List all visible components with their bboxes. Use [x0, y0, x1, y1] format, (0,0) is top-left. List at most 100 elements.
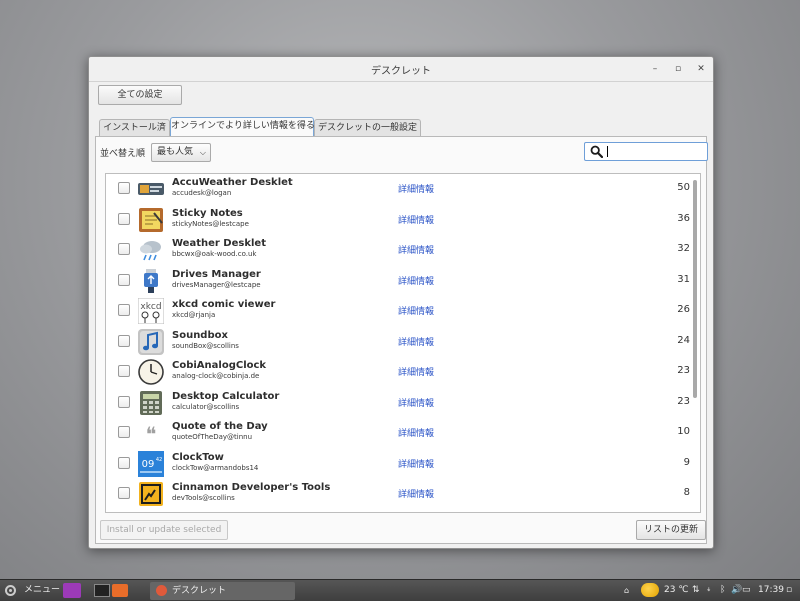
more-info-link[interactable]: 詳細情報	[398, 304, 434, 317]
install-update-button[interactable]: Install or update selected	[100, 520, 228, 540]
chevron-down-icon: ⌵	[199, 148, 206, 157]
battery-icon[interactable]: ▭	[742, 580, 751, 601]
sort-dropdown[interactable]: 最も人気 ⌵	[151, 143, 211, 162]
bluetooth-icon[interactable]: ᛒ	[720, 580, 725, 601]
calculator-icon	[138, 390, 164, 416]
sort-value: 最も人気	[157, 147, 194, 157]
updates-icon[interactable]: ⌂	[624, 580, 629, 601]
desklet-uuid: quoteOfTheDay@tinnu	[172, 433, 253, 441]
desklet-name: Quote of the Day	[172, 421, 268, 432]
online-panel: 並べ替え順 最も人気 ⌵ AccuWeather Desklet accudesk…	[95, 136, 708, 544]
tab-general-settings[interactable]: デスクレットの一般設定	[314, 119, 421, 136]
scrollbar[interactable]	[690, 174, 700, 512]
desklet-uuid: clockTow@armandobs14	[172, 463, 259, 472]
list-item[interactable]: Sticky Notes stickyNotes@lestcape 詳細情報 36	[106, 205, 690, 235]
volume-icon[interactable]: 🔊	[731, 580, 742, 601]
menu-label[interactable]: メニュー	[24, 580, 60, 601]
more-info-link[interactable]: 詳細情報	[398, 396, 434, 409]
clock[interactable]: 17:39	[758, 580, 784, 601]
tab-installed[interactable]: インストール済	[99, 119, 170, 136]
score-value: 23	[677, 395, 690, 407]
desklet-name: Sticky Notes	[172, 207, 243, 219]
score-value: 23	[677, 365, 690, 376]
list-item[interactable]: xkcd xkcd comic viewer xkcd@rjanja 詳細情報 26	[106, 296, 690, 326]
weather-temperature[interactable]: 23 ℃	[664, 580, 688, 601]
score-value: 26	[677, 304, 690, 315]
more-info-link[interactable]: 詳細情報	[398, 426, 434, 439]
list-item[interactable]: 09 42 ClockTow clockTow@armandobs14 詳細情報 9	[106, 449, 690, 479]
search-box[interactable]	[584, 142, 708, 161]
more-info-link[interactable]: 詳細情報	[398, 335, 434, 348]
desklet-name: Cinnamon Developer's Tools	[172, 482, 331, 493]
more-info-link[interactable]: 詳細情報	[398, 365, 434, 378]
svg-text:42: 42	[156, 457, 162, 463]
usb-tray-icon[interactable]: ⍖	[706, 580, 711, 601]
list-item[interactable]: Cinnamon Developer's Tools devTools@scoll…	[106, 479, 690, 509]
desklet-name: Drives Manager	[172, 268, 261, 280]
select-checkbox[interactable]	[118, 487, 130, 499]
desklet-name: ClockTow	[172, 451, 224, 463]
select-checkbox[interactable]	[118, 182, 130, 194]
select-checkbox[interactable]	[118, 212, 130, 225]
score-value: 8	[683, 487, 690, 498]
desklet-uuid: bbcwx@oak-wood.co.uk	[172, 250, 257, 258]
desklets-window: デスクレット – ▫ ✕ 全ての設定 インストール済 オンラインでより詳しい情報…	[88, 56, 714, 549]
analog-clock-icon	[138, 359, 164, 385]
music-note-icon	[138, 328, 164, 355]
select-checkbox[interactable]	[118, 334, 130, 347]
select-checkbox[interactable]	[118, 243, 130, 255]
list-item[interactable]: Weather Desklet bbcwx@oak-wood.co.uk 詳細情報 3…	[106, 235, 690, 265]
list-item[interactable]: CobiAnalogClock analog-clock@cobinja.de 詳細…	[106, 357, 690, 387]
score-value: 31	[677, 273, 690, 285]
quote-icon: ❝	[138, 420, 164, 446]
list-item[interactable]: ❝ Quote of the Day quoteOfTheDay@tinnu 詳細情報…	[106, 418, 690, 448]
select-checkbox[interactable]	[118, 456, 130, 469]
desklet-uuid: stickyNotes@lestcape	[172, 219, 249, 228]
select-checkbox[interactable]	[118, 426, 130, 438]
list-item[interactable]: AccuWeather Desklet accudesk@logan 詳細情報 50	[106, 174, 690, 204]
more-info-link[interactable]: 詳細情報	[398, 243, 434, 256]
show-desktop-icon[interactable]: ▫	[786, 580, 792, 601]
desklets-launcher-icon[interactable]	[63, 583, 81, 598]
scrollbar-thumb[interactable]	[693, 180, 697, 398]
toolbar: 全ての設定	[89, 82, 713, 112]
file-manager-icon[interactable]	[112, 584, 128, 597]
select-checkbox[interactable]	[118, 304, 130, 316]
select-checkbox[interactable]	[118, 273, 130, 286]
list-item[interactable]: Drives Manager drivesManager@lestcape 詳細情報…	[106, 266, 690, 296]
taskbar-window-label: デスクレット	[172, 586, 227, 596]
cinnamon-menu-icon[interactable]	[3, 583, 18, 598]
more-info-link[interactable]: 詳細情報	[398, 457, 434, 470]
select-checkbox[interactable]	[118, 365, 130, 377]
weather-icon[interactable]	[641, 583, 659, 597]
title-bar[interactable]: デスクレット – ▫ ✕	[89, 57, 713, 82]
list-item[interactable]: Soundbox soundBox@scollins 詳細情報 24	[106, 327, 690, 357]
minimize-button[interactable]: –	[648, 62, 662, 76]
taskbar-window-button[interactable]: デスクレット	[150, 582, 295, 600]
select-checkbox[interactable]	[118, 395, 130, 408]
all-settings-button[interactable]: 全ての設定	[98, 85, 182, 105]
score-value: 36	[677, 212, 690, 224]
refresh-list-button[interactable]: リストの更新	[636, 520, 706, 540]
desklets-app-icon	[156, 585, 167, 596]
more-info-link[interactable]: 詳細情報	[398, 274, 434, 287]
desklet-name: AccuWeather Desklet	[172, 177, 293, 188]
network-icon[interactable]: ⇅	[692, 580, 700, 601]
more-info-link[interactable]: 詳細情報	[398, 213, 434, 226]
list-item[interactable]: Desktop Calculator calculator@scollins 詳細情…	[106, 388, 690, 418]
tab-online[interactable]: オンラインでより詳しい情報を得る	[170, 117, 315, 136]
list-item[interactable]: 14:26Time and Date Desklet詳細情報8	[106, 510, 690, 513]
terminal-icon[interactable]	[94, 584, 110, 597]
desklet-uuid: devTools@scollins	[172, 494, 235, 502]
more-info-link[interactable]: 詳細情報	[398, 487, 434, 500]
desklet-uuid: drivesManager@lestcape	[172, 280, 261, 289]
close-button[interactable]: ✕	[694, 62, 708, 76]
sticky-notes-icon	[138, 207, 164, 233]
search-input[interactable]	[605, 144, 700, 158]
clocktow-icon: 09 42	[138, 450, 164, 477]
maximize-button[interactable]: ▫	[671, 62, 685, 76]
usb-icon	[138, 268, 164, 294]
score-value: 24	[677, 334, 690, 346]
accuweather-icon	[138, 176, 164, 202]
more-info-link[interactable]: 詳細情報	[398, 182, 434, 195]
